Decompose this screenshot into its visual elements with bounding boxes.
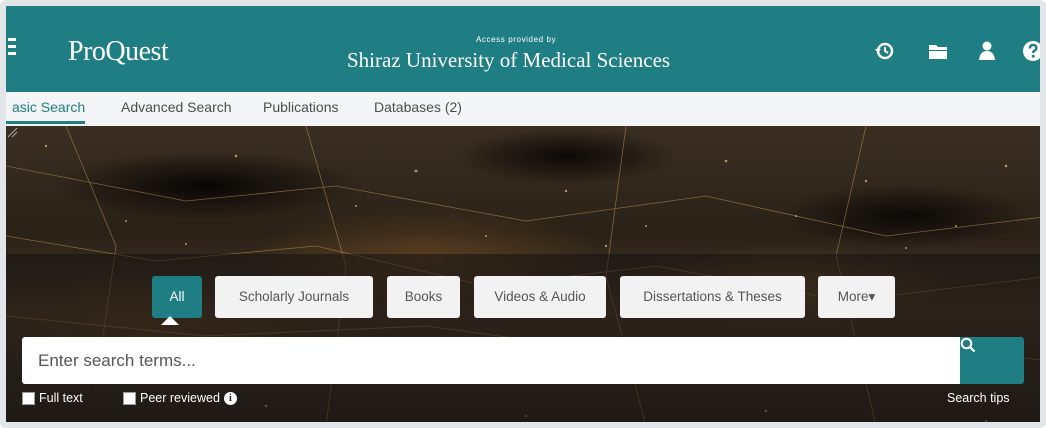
filter-videos-audio[interactable]: Videos & Audio (474, 276, 606, 318)
menu-icon[interactable] (8, 38, 22, 58)
search-button[interactable] (960, 337, 1024, 384)
history-icon[interactable] (873, 40, 895, 62)
tab-databases[interactable]: Databases (2) (374, 99, 462, 115)
peer-reviewed-option[interactable]: Peer reviewed i (123, 391, 237, 405)
filter-scholarly-journals[interactable]: Scholarly Journals (215, 276, 373, 318)
info-icon[interactable]: i (223, 391, 237, 405)
help-icon[interactable] (1022, 40, 1040, 62)
full-text-option[interactable]: Full text (22, 391, 83, 405)
filter-all[interactable]: All (152, 276, 202, 318)
peer-reviewed-checkbox[interactable] (123, 391, 136, 405)
peer-reviewed-label: Peer reviewed (140, 391, 220, 405)
tab-publications[interactable]: Publications (263, 99, 339, 115)
full-text-checkbox[interactable] (22, 391, 35, 405)
search-input[interactable] (22, 337, 960, 384)
filter-dissertations-theses[interactable]: Dissertations & Theses (620, 276, 805, 318)
hero-background: All Scholarly Journals Books Videos & Au… (6, 126, 1040, 422)
resize-grip-icon[interactable] (6, 126, 18, 138)
full-text-label: Full text (39, 391, 83, 405)
institution-name: Shiraz University of Medical Sciences (347, 48, 671, 72)
filter-more-dropdown[interactable]: More▾ (818, 276, 895, 318)
filter-books[interactable]: Books (387, 276, 460, 318)
folder-icon[interactable] (927, 40, 949, 62)
proquest-window: ProQuest Access provided by Shiraz Unive… (0, 0, 1046, 428)
access-provided-label: Access provided by (476, 35, 557, 44)
tab-advanced-search[interactable]: Advanced Search (121, 99, 232, 115)
user-icon[interactable] (976, 40, 998, 62)
proquest-logo[interactable]: ProQuest (68, 36, 169, 68)
active-filter-pointer (161, 316, 179, 325)
search-icon (960, 337, 976, 353)
tab-basic-search[interactable]: asic Search (6, 99, 86, 124)
top-header: ProQuest Access provided by Shiraz Unive… (6, 6, 1040, 92)
search-type-tabs: asic Search Advanced Search Publications… (6, 92, 1040, 127)
search-tips-link[interactable]: Search tips (947, 391, 1010, 405)
